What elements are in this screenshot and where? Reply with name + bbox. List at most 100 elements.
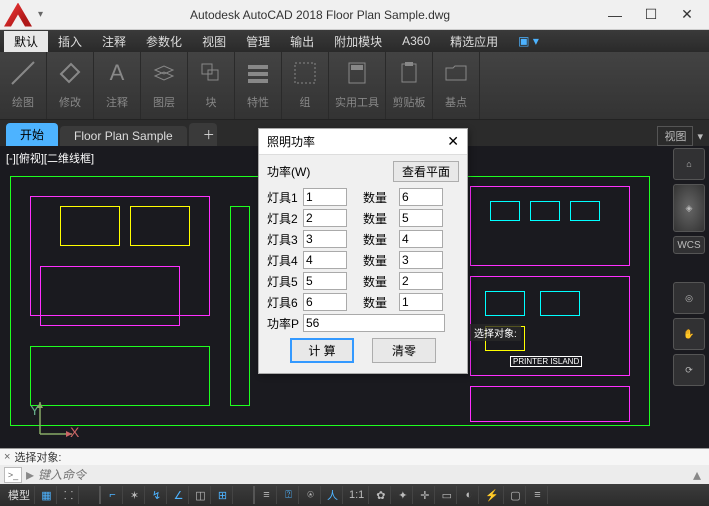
minimize-button[interactable]: —	[597, 3, 633, 27]
nav-compass-icon[interactable]: ⌂	[673, 148, 705, 180]
ribbon-tabs: 默认 插入 注释 参数化 视图 管理 输出 附加模块 A360 精选应用 ▣ ▾	[0, 30, 709, 52]
orbit-icon[interactable]: ⟳	[673, 354, 705, 386]
panel-layers[interactable]: 图层	[141, 52, 188, 119]
panel-annotate[interactable]: A 注释	[94, 52, 141, 119]
dynamic-input-icon[interactable]: ⍰	[279, 486, 299, 504]
wcs-label[interactable]: WCS	[673, 236, 705, 254]
anno-monitor-icon[interactable]: ⍟	[301, 486, 321, 504]
tab-insert[interactable]: 插入	[48, 31, 92, 52]
otrack-icon[interactable]: ⊞	[213, 486, 233, 504]
panel-properties[interactable]: 特性	[235, 52, 282, 119]
maximize-button[interactable]: ☐	[633, 3, 669, 27]
units-icon[interactable]: ✛	[415, 486, 435, 504]
command-input[interactable]	[38, 468, 689, 482]
panel-block[interactable]: 块	[188, 52, 235, 119]
qty-label-5: 数量	[363, 273, 395, 290]
model-space-button[interactable]: 模型	[4, 486, 35, 504]
anno-visibility-icon[interactable]: ✦	[393, 486, 413, 504]
fixture-input-6[interactable]	[303, 293, 347, 311]
calculate-button[interactable]: 计 算	[290, 338, 354, 363]
ribbon: 绘图 修改 A 注释 图层 块 特性 组 实用工具 剪贴板 基点	[0, 52, 709, 120]
panel-draw[interactable]: 绘图	[0, 52, 47, 119]
isolate-icon[interactable]: ◐	[459, 486, 479, 504]
fixture-input-1[interactable]	[303, 188, 347, 206]
viewport-label[interactable]: [-][俯视][二维线框]	[6, 150, 94, 166]
view-cube[interactable]: ◈	[673, 184, 705, 232]
view-dropdown[interactable]: 视图	[657, 126, 693, 146]
command-bar: × 选择对象: >_ ▸ ▴	[0, 448, 709, 484]
tab-featured[interactable]: 精选应用	[440, 31, 508, 52]
panel-group[interactable]: 组	[282, 52, 329, 119]
panel-modify[interactable]: 修改	[47, 52, 94, 119]
tab-a360[interactable]: A360	[392, 32, 440, 50]
tab-expand-icon[interactable]: ▣ ▾	[508, 32, 549, 50]
tab-manage[interactable]: 管理	[236, 31, 280, 52]
snap-icon[interactable]: ⸬	[59, 486, 79, 504]
panel-utilities[interactable]: 实用工具	[329, 52, 386, 119]
anno-scale-icon[interactable]: 人	[323, 486, 343, 504]
status-bar: 模型 ▦ ⸬ ⌐ ✶ ↯ ∠ ◫ ⊞ ≡ ⍰ ⍟ 人 1:1 ✿ ✦ ✛ ▭ ◐…	[0, 484, 709, 506]
window-title: Autodesk AutoCAD 2018 Floor Plan Sample.…	[43, 8, 597, 22]
pan-icon[interactable]: ✋	[673, 318, 705, 350]
qty-label-6: 数量	[363, 294, 395, 311]
qty-input-2[interactable]	[399, 209, 443, 227]
qty-input-1[interactable]	[399, 188, 443, 206]
tab-parametric[interactable]: 参数化	[136, 31, 192, 52]
panel-clipboard[interactable]: 剪贴板	[386, 52, 433, 119]
scale-display[interactable]: 1:1	[345, 486, 369, 504]
tab-start[interactable]: 开始	[6, 123, 58, 146]
view-plan-button[interactable]: 查看平面	[393, 161, 459, 182]
qty-label-3: 数量	[363, 231, 395, 248]
dialog-title: 照明功率	[267, 133, 315, 150]
qty-input-4[interactable]	[399, 251, 443, 269]
fixture-input-3[interactable]	[303, 230, 347, 248]
dialog-close-icon[interactable]: ✕	[447, 133, 459, 150]
tab-addins[interactable]: 附加模块	[324, 31, 392, 52]
tab-default[interactable]: 默认	[4, 31, 48, 52]
qty-input-5[interactable]	[399, 272, 443, 290]
power-p-input[interactable]	[303, 314, 445, 332]
cmd-prompt-icon[interactable]: >_	[4, 467, 22, 483]
cmd-history-text: 选择对象:	[14, 449, 61, 465]
tab-view[interactable]: 视图	[192, 31, 236, 52]
tab-new-icon[interactable]: ＋	[189, 123, 217, 146]
nav-wheel-icon[interactable]: ◎	[673, 282, 705, 314]
cmd-history-close-icon[interactable]: ×	[4, 451, 10, 463]
fixture-input-2[interactable]	[303, 209, 347, 227]
polar-icon[interactable]: ✶	[125, 486, 145, 504]
isodraft-icon[interactable]: ↯	[147, 486, 167, 504]
3dosnap-icon[interactable]: ◫	[191, 486, 211, 504]
close-button[interactable]: ✕	[669, 3, 705, 27]
qty-label-2: 数量	[363, 210, 395, 227]
layers-icon	[147, 56, 181, 90]
fixture-label-3: 灯具3	[267, 231, 299, 248]
quick-props-icon[interactable]: ▭	[437, 486, 457, 504]
fixture-input-5[interactable]	[303, 272, 347, 290]
panel-base[interactable]: 基点	[433, 52, 480, 119]
window-titlebar: ▾ Autodesk AutoCAD 2018 Floor Plan Sampl…	[0, 0, 709, 30]
properties-icon	[241, 56, 275, 90]
ortho-icon[interactable]: ⌐	[103, 486, 123, 504]
fixture-label-2: 灯具2	[267, 210, 299, 227]
clean-screen-icon[interactable]: ▢	[506, 486, 526, 504]
workspace-icon[interactable]: ✿	[371, 486, 391, 504]
osnap-icon[interactable]: ∠	[169, 486, 189, 504]
hardware-accel-icon[interactable]: ⚡	[481, 486, 504, 504]
cmd-recent-icon[interactable]: ▴	[693, 465, 701, 485]
qty-input-3[interactable]	[399, 230, 443, 248]
grid-icon[interactable]: ▦	[37, 486, 57, 504]
lineweight-icon[interactable]: ≡	[257, 486, 277, 504]
fixture-input-4[interactable]	[303, 251, 347, 269]
power-p-label: 功率P	[267, 315, 299, 332]
line-icon	[6, 56, 40, 90]
group-icon	[288, 56, 322, 90]
customize-icon[interactable]: ≡	[528, 486, 548, 504]
qty-input-6[interactable]	[399, 293, 443, 311]
clear-button[interactable]: 清零	[372, 338, 436, 363]
qty-label-1: 数量	[363, 189, 395, 206]
view-dd-icon[interactable]: ▾	[697, 130, 703, 143]
tab-output[interactable]: 输出	[280, 31, 324, 52]
tab-annotate[interactable]: 注释	[92, 31, 136, 52]
tab-file[interactable]: Floor Plan Sample	[60, 126, 187, 146]
ucs-icon	[36, 398, 76, 438]
